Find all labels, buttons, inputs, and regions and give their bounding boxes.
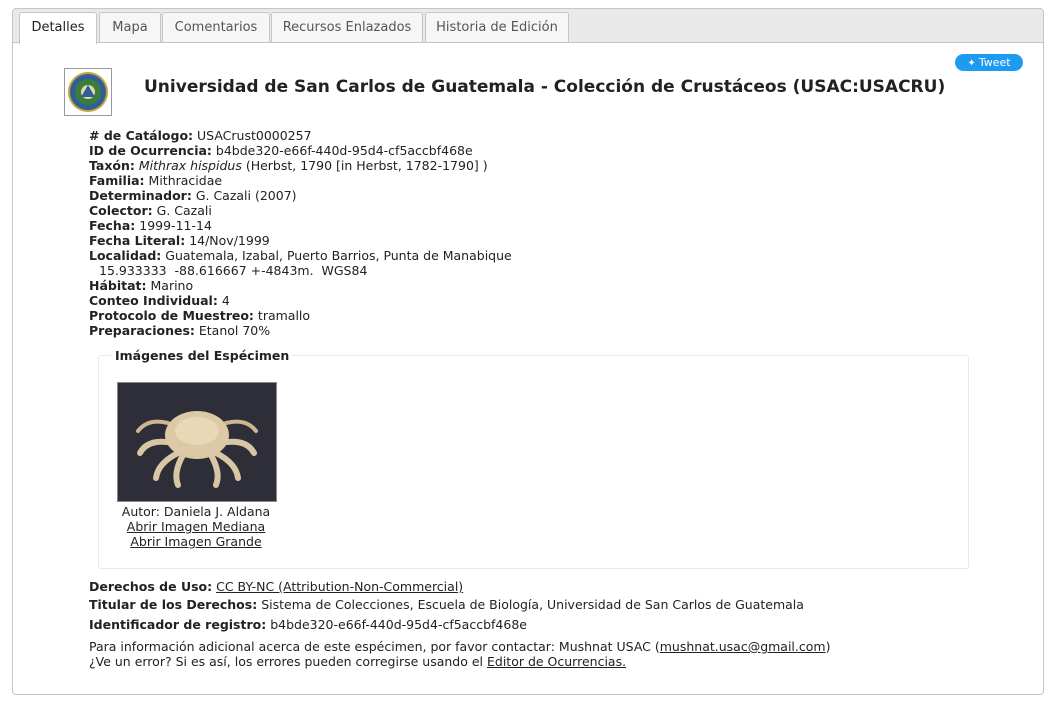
field-family: Familia: Mithracidae bbox=[89, 173, 223, 188]
images-legend: Imágenes del Espécimen bbox=[113, 348, 292, 363]
tab-detalles[interactable]: Detalles bbox=[19, 12, 97, 44]
page-title: Universidad de San Carlos de Guatemala -… bbox=[144, 77, 946, 97]
field-occurrence-id: ID de Ocurrencia: b4bde320-e66f-440d-95d… bbox=[89, 143, 473, 158]
field-coordinates: 15.933333 -88.616667 +-4843m. WGS84 bbox=[99, 263, 368, 278]
field-catalog: # de Catálogo: USACrust0000257 bbox=[89, 128, 312, 143]
field-protocol: Protocolo de Muestreo: tramallo bbox=[89, 308, 311, 323]
image-caption: Autor: Daniela J. Aldana Abrir Imagen Me… bbox=[109, 504, 283, 549]
rights-section: Derechos de Uso: CC BY-NC (Attribution-N… bbox=[89, 578, 804, 633]
field-collector: Colector: G. Cazali bbox=[89, 203, 212, 218]
usage-rights-row: Derechos de Uso: CC BY-NC (Attribution-N… bbox=[89, 579, 464, 594]
specimen-fields: # de Catálogo: USACrust0000257 ID de Ocu… bbox=[89, 128, 512, 338]
tab-comentarios[interactable]: Comentarios bbox=[162, 12, 270, 42]
tabs-container: Detalles Mapa Comentarios Recursos Enlaz… bbox=[12, 8, 1044, 695]
tab-bar: Detalles Mapa Comentarios Recursos Enlaz… bbox=[13, 9, 1043, 44]
specimen-image[interactable] bbox=[117, 382, 277, 502]
field-determiner: Determinador: G. Cazali (2007) bbox=[89, 188, 297, 203]
open-medium-image-link[interactable]: Abrir Imagen Mediana bbox=[109, 519, 283, 534]
field-locality: Localidad: Guatemala, Izabal, Puerto Bar… bbox=[89, 248, 512, 263]
field-verbatim-date: Fecha Literal: 14/Nov/1999 bbox=[89, 233, 270, 248]
license-link[interactable]: CC BY-NC (Attribution-Non-Commercial) bbox=[216, 579, 463, 594]
contact-section: Para información adicional acerca de est… bbox=[89, 639, 830, 669]
field-preparations: Preparaciones: Etanol 70% bbox=[89, 323, 271, 338]
field-date: Fecha: 1999-11-14 bbox=[89, 218, 212, 233]
tweet-button[interactable]: ✦ Tweet bbox=[955, 54, 1023, 71]
record-id-row: Identificador de registro: b4bde320-e66f… bbox=[89, 617, 527, 632]
field-count: Conteo Individual: 4 bbox=[89, 293, 230, 308]
institution-logo bbox=[64, 68, 112, 116]
tweet-label: Tweet bbox=[978, 56, 1011, 69]
occurrence-editor-link[interactable]: Editor de Ocurrencias. bbox=[487, 654, 626, 669]
field-taxon: Taxón: Mithrax hispidus (Herbst, 1790 [i… bbox=[89, 158, 488, 173]
twitter-bird-icon: ✦ bbox=[967, 58, 976, 69]
tab-historia-edicion[interactable]: Historia de Edición bbox=[425, 12, 569, 42]
tab-mapa[interactable]: Mapa bbox=[99, 12, 161, 42]
tab-recursos-enlazados[interactable]: Recursos Enlazados bbox=[271, 12, 423, 42]
image-author: Autor: Daniela J. Aldana bbox=[121, 504, 271, 519]
rights-holder-row: Titular de los Derechos: Sistema de Cole… bbox=[89, 597, 804, 612]
contact-line: Para información adicional acerca de est… bbox=[89, 639, 831, 654]
error-line: ¿Ve un error? Si es así, los errores pue… bbox=[89, 654, 627, 669]
open-large-image-link[interactable]: Abrir Imagen Grande bbox=[109, 534, 283, 549]
field-habitat: Hábitat: Marino bbox=[89, 278, 194, 293]
contact-email-link[interactable]: mushnat.usac@gmail.com bbox=[660, 639, 826, 654]
